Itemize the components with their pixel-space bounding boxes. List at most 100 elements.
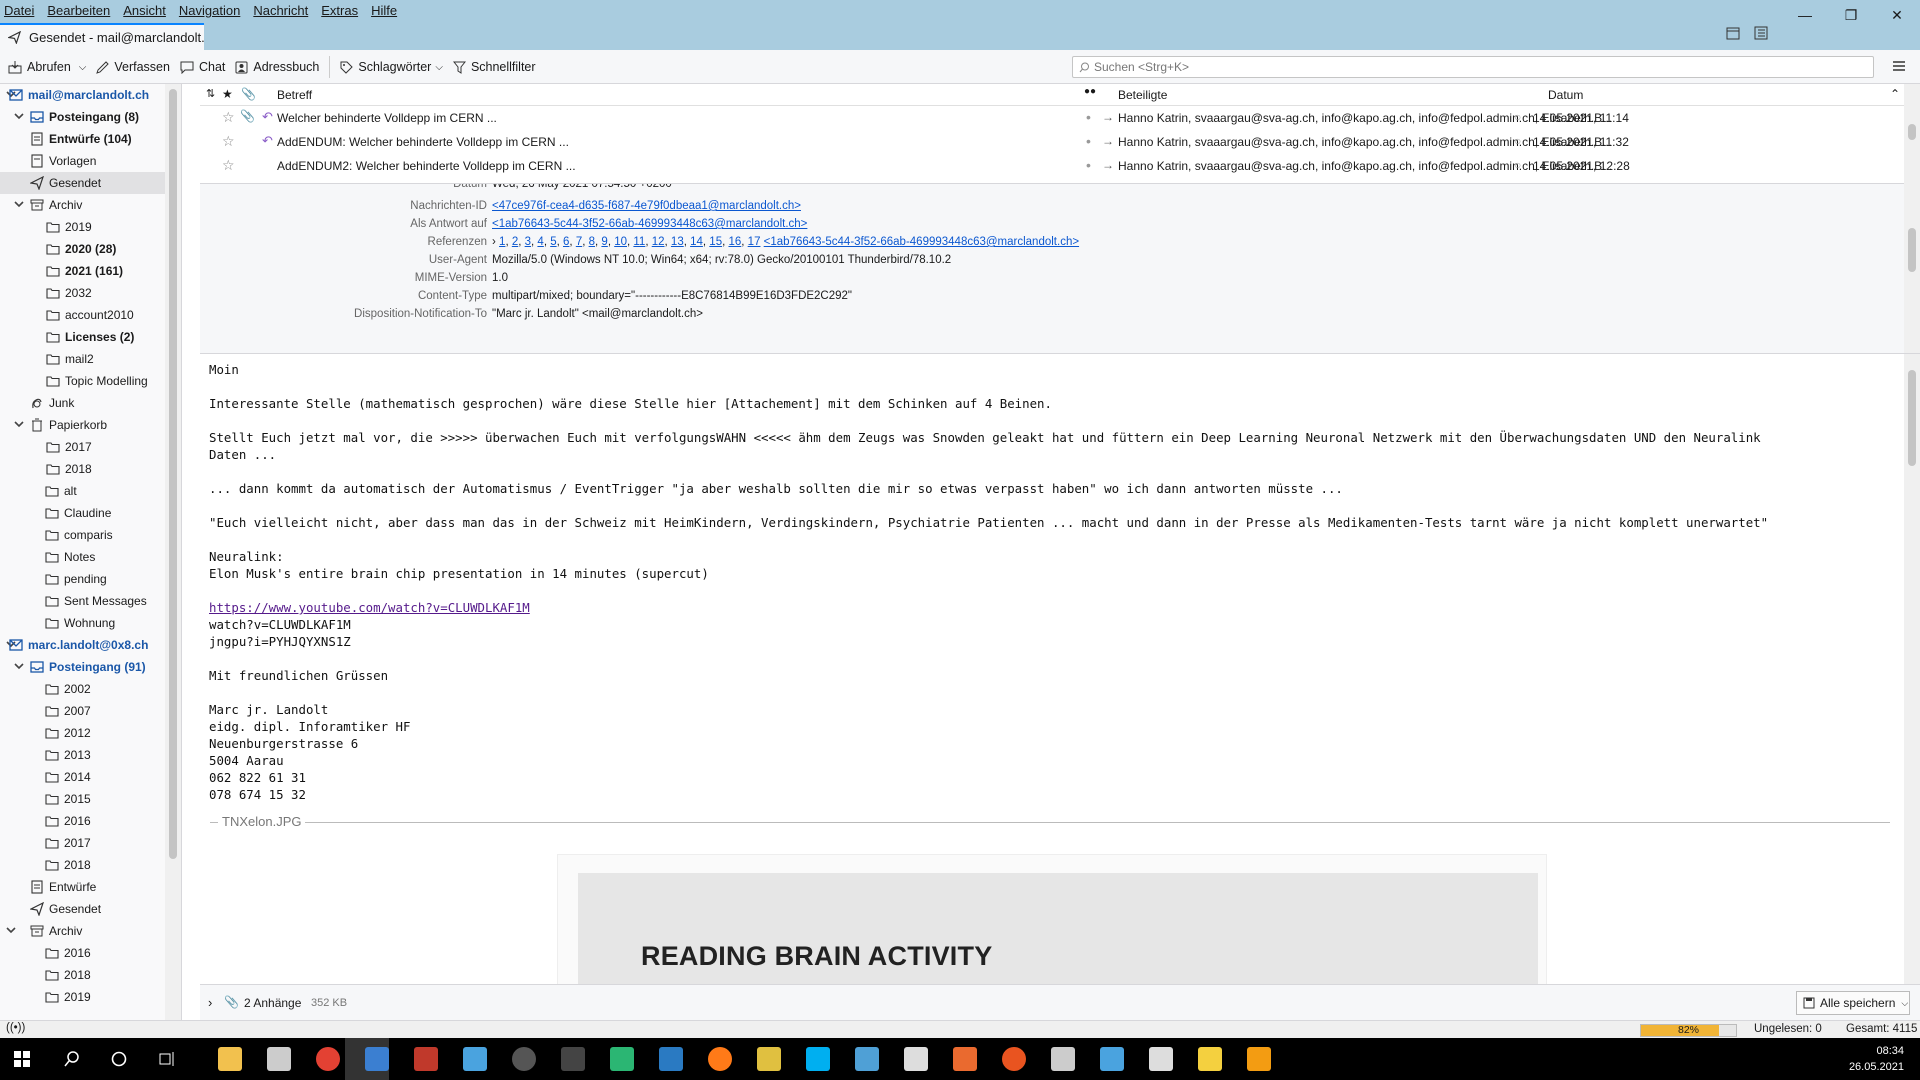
folder-scrollbar[interactable]	[165, 84, 181, 1024]
manycam-icon[interactable]	[610, 1047, 634, 1071]
column-participants[interactable]: Beteiligte	[1118, 88, 1167, 102]
folder-item[interactable]: 2019	[0, 216, 181, 238]
reference-link[interactable]: 14	[690, 236, 703, 248]
folder-item[interactable]: Licenses (2)	[0, 326, 181, 348]
body-scrollbar[interactable]	[1904, 354, 1920, 984]
reference-link[interactable]: 4	[537, 236, 543, 248]
app-icon[interactable]	[1149, 1047, 1173, 1071]
star-icon[interactable]: ☆	[222, 157, 235, 174]
expand-toggle-icon[interactable]	[13, 110, 25, 122]
expand-toggle-icon[interactable]	[13, 198, 25, 210]
folder-item[interactable]: 2018	[0, 854, 181, 876]
minimize-button[interactable]: —	[1782, 0, 1828, 30]
folder-item[interactable]: account2010	[0, 304, 181, 326]
folder-item[interactable]: 2007	[0, 700, 181, 722]
menu-bearbeiten[interactable]: Bearbeiten	[47, 3, 110, 18]
thread-row[interactable]: ☆ ↶ AddENDUM: Welcher behinderte Volldepp …	[200, 131, 1900, 153]
folder-item[interactable]: 2032	[0, 282, 181, 304]
header-value[interactable]: <1ab76643-5c44-3f52-66ab-469993448c63@ma…	[492, 218, 807, 230]
folder-item[interactable]: pending	[0, 568, 181, 590]
tab-sent-folder[interactable]: Gesendet - mail@marclandolt.c	[0, 23, 204, 50]
read-status-icon[interactable]: •	[1086, 133, 1091, 149]
virtualbox-icon[interactable]	[855, 1047, 879, 1071]
folder-item[interactable]: Archiv	[0, 920, 181, 942]
read-column-icon[interactable]: ●●	[1084, 86, 1096, 97]
folder-item[interactable]: Posteingang (91)	[0, 656, 181, 678]
thread-scrollbar[interactable]	[1904, 84, 1920, 184]
menu-nachricht[interactable]: Nachricht	[253, 3, 308, 18]
attachment-count[interactable]: 2 Anhänge	[244, 996, 301, 1010]
folder-item[interactable]: Junk	[0, 392, 181, 414]
expand-attachments-icon[interactable]: ›	[208, 995, 212, 1010]
folder-item[interactable]: alt	[0, 480, 181, 502]
search-icon[interactable]	[64, 1051, 80, 1067]
folder-item[interactable]: 2017	[0, 832, 181, 854]
notes-icon[interactable]	[1198, 1047, 1222, 1071]
task-view-icon[interactable]	[159, 1051, 175, 1067]
folder-item[interactable]: Wohnung	[0, 612, 181, 634]
reference-link[interactable]: 10	[614, 236, 627, 248]
reference-link[interactable]: 8	[589, 236, 595, 248]
pen-icon[interactable]	[757, 1047, 781, 1071]
folder-item[interactable]: Papierkorb	[0, 414, 181, 436]
thread-icon[interactable]: ⇅	[206, 87, 215, 100]
fetch-button[interactable]: Abrufen ⌵	[8, 50, 86, 84]
reference-link[interactable]: 13	[671, 236, 684, 248]
obs-icon[interactable]	[512, 1047, 536, 1071]
youtube-link[interactable]: https://www.youtube.com/watch?v=CLUWDLKA…	[209, 599, 530, 616]
app-menu-icon[interactable]	[1892, 59, 1906, 73]
expand-references-icon[interactable]: ›	[492, 236, 499, 248]
menu-navigation[interactable]: Navigation	[179, 3, 240, 18]
chrome-icon[interactable]	[316, 1047, 340, 1071]
search-input[interactable]: Suchen <Strg+K>	[1072, 56, 1874, 78]
thread-row[interactable]: ☆ AddENDUM2: Welcher behinderte Volldepp …	[200, 155, 1900, 177]
maximize-button[interactable]: ❐	[1828, 0, 1874, 30]
livestream-icon[interactable]	[561, 1047, 585, 1071]
reference-link[interactable]: 12	[652, 236, 665, 248]
reference-link[interactable]: 6	[563, 236, 569, 248]
chat-button[interactable]: Chat	[180, 50, 225, 84]
folder-item[interactable]: 2012	[0, 722, 181, 744]
folder-item[interactable]: 2014	[0, 766, 181, 788]
expand-toggle-icon[interactable]	[13, 660, 25, 672]
folder-item[interactable]: 2002	[0, 678, 181, 700]
thread-row[interactable]: ☆ 📎 ↶ Welcher behinderte Volldepp im CERN .…	[200, 107, 1900, 129]
vscode-icon[interactable]	[659, 1047, 683, 1071]
taskbar-clock[interactable]: 08:34 26.05.2021	[1849, 1043, 1904, 1075]
chevron-down-icon[interactable]: ⌵	[79, 62, 87, 73]
close-button[interactable]: ✕	[1874, 0, 1920, 30]
reference-link[interactable]: 3	[525, 236, 531, 248]
folder-item[interactable]: 2019	[0, 986, 181, 1008]
folder-item[interactable]: Sent Messages	[0, 590, 181, 612]
menu-ansicht[interactable]: Ansicht	[123, 3, 166, 18]
thunderbird-icon[interactable]	[365, 1047, 389, 1071]
read-status-icon[interactable]: •	[1086, 109, 1091, 125]
star-column-icon[interactable]: ★	[222, 87, 233, 101]
folder-item[interactable]: Gesendet	[0, 172, 181, 194]
save-all-button[interactable]: Alle speichern ⌵	[1796, 991, 1910, 1015]
calendar-icon[interactable]	[1726, 26, 1740, 40]
folder-item[interactable]: marc.landolt@0x8.ch	[0, 634, 181, 656]
tags-button[interactable]: Schlagwörter ⌵	[340, 50, 443, 84]
office-icon[interactable]	[953, 1047, 977, 1071]
column-subject[interactable]: Betreff	[277, 88, 312, 102]
attachment-column-icon[interactable]: 📎	[241, 87, 256, 101]
reference-link[interactable]: 17	[748, 236, 761, 248]
folder-item[interactable]: 2016	[0, 810, 181, 832]
read-status-icon[interactable]: •	[1086, 157, 1091, 173]
star-icon[interactable]: ☆	[222, 109, 235, 126]
cortana-icon[interactable]	[111, 1051, 127, 1067]
reference-link[interactable]: 11	[633, 236, 645, 248]
quickfilter-button[interactable]: Schnellfilter	[452, 50, 536, 84]
folder-item[interactable]: Topic Modelling	[0, 370, 181, 392]
header-scrollbar[interactable]	[1904, 184, 1920, 353]
folder-item[interactable]: 2015	[0, 788, 181, 810]
windows-start-icon[interactable]	[14, 1051, 30, 1067]
folder-item[interactable]: Entwürfe (104)	[0, 128, 181, 150]
reference-link[interactable]: 2	[512, 236, 518, 248]
folder-item[interactable]: comparis	[0, 524, 181, 546]
reference-link[interactable]: 5	[550, 236, 556, 248]
folder-item[interactable]: mail@marclandolt.ch	[0, 84, 181, 106]
folder-item[interactable]: Posteingang (8)	[0, 106, 181, 128]
folder-item[interactable]: Archiv	[0, 194, 181, 216]
